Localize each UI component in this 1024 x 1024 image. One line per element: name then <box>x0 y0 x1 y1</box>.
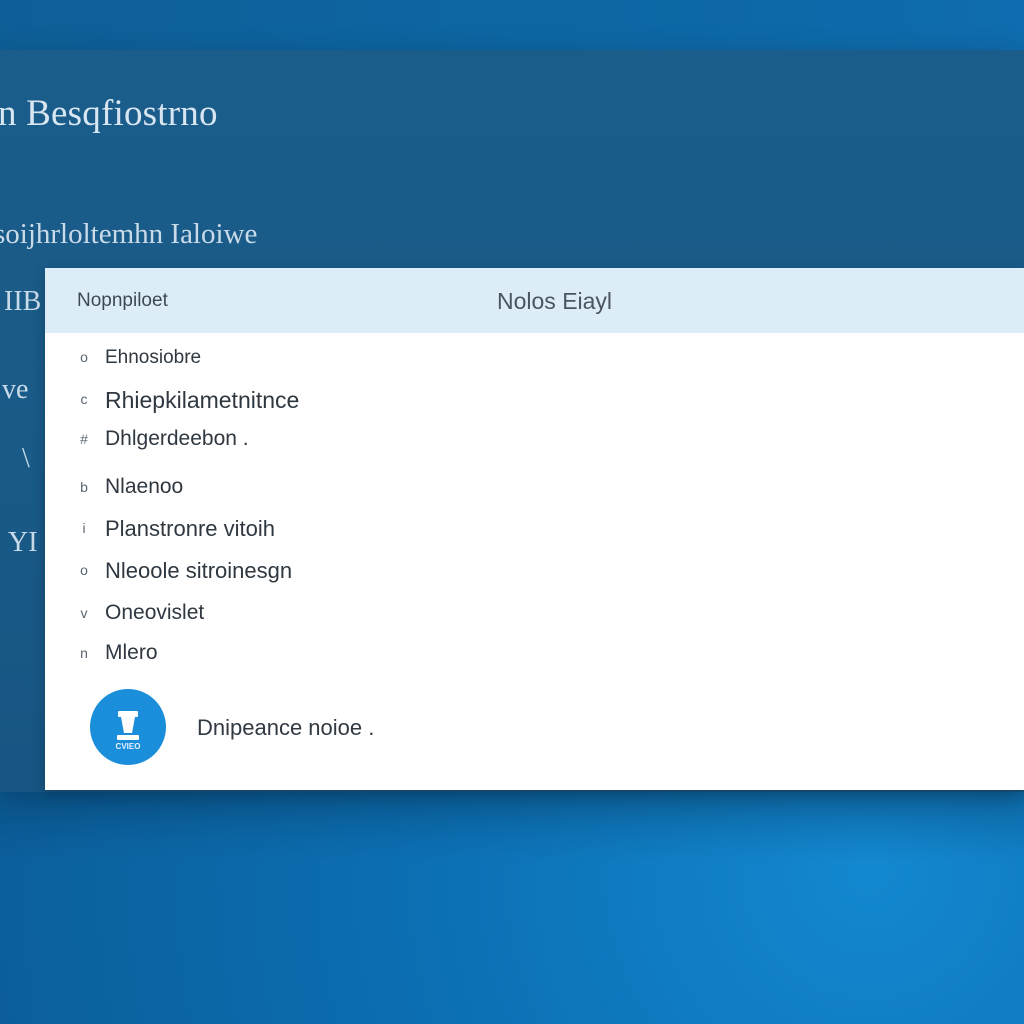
column-header-status[interactable]: Nolos Eiayl <box>497 288 612 315</box>
list-item-label: Rhiepkilametnitnce <box>105 387 300 413</box>
bullet-icon: b <box>80 479 88 495</box>
list-item[interactable]: b Nlaenoo <box>45 473 645 507</box>
list-item[interactable]: # Dhlgerdeebon . <box>45 425 645 459</box>
bullet-icon: n <box>80 645 88 661</box>
settings-panel: Nopnpiloet Nolos Eiayl o Ehnosiobre c Rh… <box>45 268 1024 790</box>
sidebar-item-1[interactable]: IIB <box>4 286 41 318</box>
user-badge-icon[interactable]: CVIEO <box>90 689 166 765</box>
desktop-background <box>0 792 1024 1024</box>
desktop-top-band <box>0 0 1024 50</box>
bullet-icon: v <box>80 605 88 621</box>
footer-label[interactable]: Dnipeance noioe . <box>197 715 374 741</box>
list-item[interactable]: o Ehnosiobre <box>45 343 645 377</box>
list-item-label: Mlero <box>105 641 158 664</box>
list-item-label: Nleoole sitroinesgn <box>105 558 293 583</box>
sidebar-item-3[interactable]: \ <box>22 443 30 475</box>
badge-text: CVIEO <box>116 742 141 751</box>
list-item-label: Nlaenoo <box>105 475 184 498</box>
sidebar-item-2[interactable]: ve <box>2 374 28 406</box>
list-item[interactable]: n Mlero <box>45 639 645 673</box>
bullet-icon: i <box>82 520 86 536</box>
bullet-icon: # <box>80 431 88 447</box>
bullet-icon: o <box>80 349 88 365</box>
table-header: Nopnpiloet Nolos Eiayl <box>45 268 1024 333</box>
bullet-icon: o <box>80 562 88 578</box>
list-item[interactable]: c Rhiepkilametnitnce <box>45 385 645 419</box>
list-item-label: Oneovislet <box>105 601 205 624</box>
list-item-label: Planstronre vitoih <box>105 516 275 541</box>
list-item-label: Ehnosiobre <box>105 347 202 368</box>
list-item[interactable]: o Nleoole sitroinesgn <box>45 556 645 590</box>
bullet-icon: c <box>80 391 88 407</box>
column-header-name[interactable]: Nopnpiloet <box>77 290 168 312</box>
sidebar-item-4[interactable]: YI <box>8 527 38 559</box>
list-item[interactable]: i Planstronre vitoih <box>45 514 645 548</box>
window-title: n Besqfiostrno <box>0 93 218 134</box>
window-subtitle: soijhrloltemhn Ialoiwe <box>0 218 258 250</box>
list-item[interactable]: v Oneovislet <box>45 599 645 633</box>
list-item-label: Dhlgerdeebon . <box>105 427 249 450</box>
